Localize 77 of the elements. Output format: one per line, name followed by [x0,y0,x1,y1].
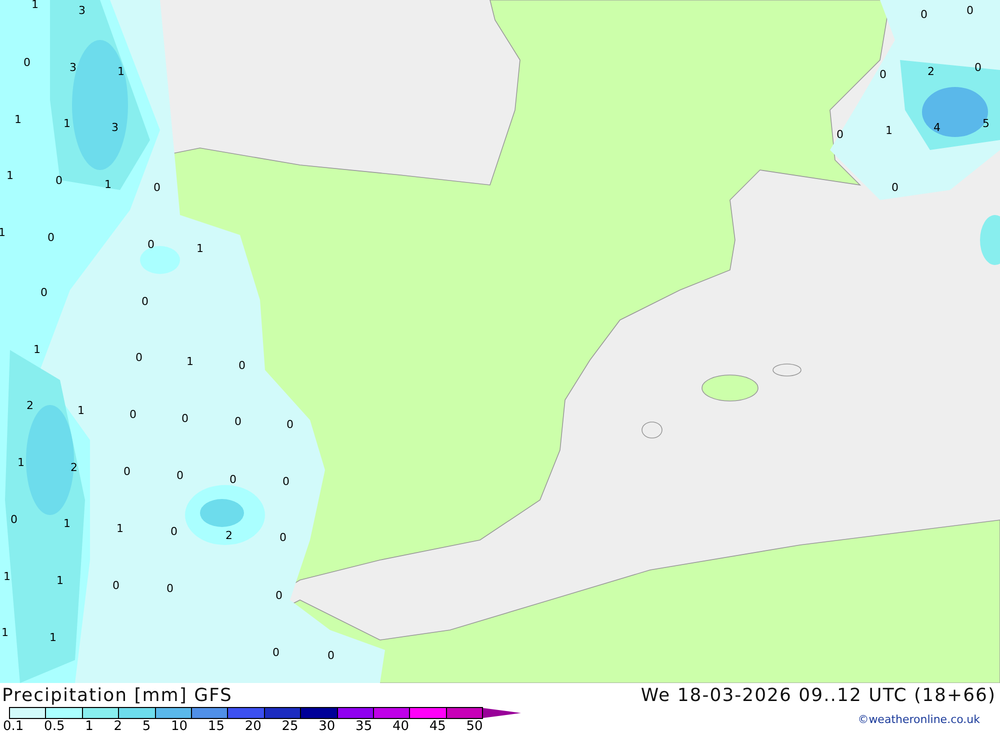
legend-tick-label: 0.1 [3,719,24,733]
contour-label: 0 [112,579,120,592]
legend-arrow-icon [483,708,522,718]
contour-label: 0 [276,589,282,602]
contour-label: 1 [32,0,38,11]
contour-label: 1 [0,226,6,239]
contour-label: 1 [2,626,8,639]
contour-label: 1 [6,169,14,182]
contour-label: 0 [170,525,178,538]
legend-tick-label: 1 [85,719,94,733]
contour-label: 3 [112,121,118,134]
contour-label: 2 [70,461,78,474]
contour-label: 0 [24,56,30,69]
contour-label: 0 [238,359,246,372]
contour-label: 0 [182,412,188,425]
legend-tick-label: 5 [142,719,151,733]
contour-label: 1 [104,178,112,191]
contour-label: 0 [154,181,160,194]
contour-label: 1 [116,522,124,535]
legend-tick-label: 25 [282,719,298,733]
legend-tick-label: 10 [171,719,188,733]
contour-label: 1 [186,355,194,368]
contour-label: 0 [148,238,154,251]
legend-tick-label: 50 [466,719,483,733]
contour-label: 0 [56,174,62,187]
contour-label: 5 [982,117,990,130]
contour-label: 1 [34,343,40,356]
contour-label: 0 [234,415,242,428]
contour-label: 0 [836,128,844,141]
contour-label: 2 [928,65,934,78]
contour-label: 1 [64,117,70,130]
valid-time: We 18-03-2026 09..12 UTC (18+66) [640,684,996,706]
contour-label: 1 [64,517,70,530]
legend-tick-label: 20 [244,719,262,733]
contour-label: 1 [56,574,64,587]
contour-label: 1 [50,631,56,644]
contour-label: 0 [124,465,130,478]
contour-label: 3 [78,4,86,17]
contour-label: 4 [934,121,940,134]
contour-label: 0 [328,649,334,662]
contour-label: 1 [196,242,204,255]
contour-label: 0 [920,8,928,21]
legend-tick-label: 40 [392,719,409,733]
contour-label: 0 [48,231,54,244]
contour-label: 0 [966,4,974,17]
contour-label: 0 [136,351,142,364]
legend-tick-label: 30 [318,719,336,733]
contour-label: 0 [230,473,236,486]
legend-tick-label: 45 [429,719,446,733]
contour-label: 1 [4,570,10,583]
contour-label: 0 [280,531,286,544]
contour-label: 0 [974,61,982,74]
legend-title: Precipitation [mm] GFS [2,684,232,706]
contour-label: 3 [70,61,76,74]
contour-label: 0 [282,475,290,488]
contour-label: 0 [166,582,174,595]
legend-tick-label: 35 [356,719,372,733]
contour-label: 0 [880,68,886,81]
legend-tick-label: 2 [114,719,122,733]
credit-text: ©weatheronline.co.uk [858,713,980,726]
contour-label: 1 [78,404,84,417]
contour-label: 1 [118,65,124,78]
contour-label: 0 [40,286,48,299]
legend-tick-label: 0.5 [44,719,65,733]
contour-label: 2 [226,529,232,542]
contour-label: 0 [272,646,280,659]
contour-label: 2 [26,399,34,412]
contour-label: 0 [10,513,18,526]
contour-label: 1 [886,124,892,137]
contour-label: 0 [176,469,184,482]
legend-tick-label: 15 [208,719,224,733]
contour-label: 0 [286,418,294,431]
contour-label: 1 [18,456,24,469]
contour-label: 0 [130,408,136,421]
contour-label: 1 [14,113,22,126]
contour-label: 0 [892,181,898,194]
contour-label: 0 [142,295,148,308]
